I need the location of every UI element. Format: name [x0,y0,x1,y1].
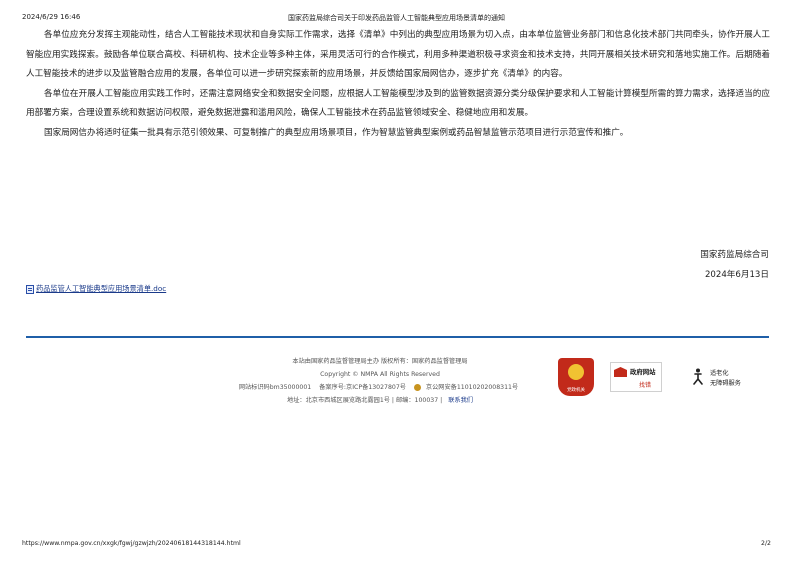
accessibility-icon [693,368,703,385]
police-badge-icon [413,383,421,391]
doc-file-icon [26,284,34,294]
footer-address: 地址：北京市西城区展览路北露园1号 | 邮编：100037 | [287,397,443,404]
print-footer: https://www.nmpa.gov.cn/xxgk/fgwj/gzwjzh… [22,540,771,552]
article-paragraph: 国家局网信办将适时征集一批具有示范引领效果、可复制推广的典型应用场景项目，作为智… [44,127,629,138]
footer-divider [26,336,769,338]
print-header: 2024/6/29 16:46 国家药监局综合司关于印发药品监管人工智能典型应用… [22,13,771,25]
gov-link-subtitle: 找错 [639,382,652,389]
attachment-label: 药品监管人工智能典型应用场景清单.doc [36,284,167,293]
icp-link[interactable]: 备案序号:京ICP备13027807号 [319,384,406,391]
accessibility-title: 适老化 [710,370,729,377]
contact-us-link[interactable]: 联系我们 [448,397,473,404]
police-registration[interactable]: 京公网安备11010202008311号 [413,383,521,391]
attachment-link[interactable]: 药品监管人工智能典型应用场景清单.doc [26,284,166,294]
article-paragraph: 各单位在开展人工智能应用实践工作时，还需注意网络安全和数据安全问题，应根据人工智… [26,88,770,119]
gov-link-title: 政府网站 [630,368,656,376]
badge-label: 党政机关 [567,388,585,393]
signoff-date: 2024年6月13日 [704,270,769,280]
print-page-number: 2/2 [761,540,771,547]
footer-info: 本站由国家药品监督管理局主办 版权所有：国家药品监督管理局 Copyright … [180,355,580,407]
footer-sponsor: 本站由国家药品监督管理局主办 版权所有：国家药品监督管理局 [292,358,468,365]
footer-address-row: 地址：北京市西城区展览路北露园1号 | 邮编：100037 | 联系我们 [180,394,580,407]
print-url: https://www.nmpa.gov.cn/xxgk/fgwj/gzwjzh… [22,540,241,547]
party-government-badge[interactable]: 党政机关 [558,358,594,396]
article-body: 各单位应充分发挥主观能动性，结合人工智能技术现状和自身实际工作需求，选择《清单》… [26,26,770,143]
article-paragraph: 各单位应充分发挥主观能动性，结合人工智能技术现状和自身实际工作需求，选择《清单》… [26,30,770,79]
footer-copyright: Copyright © NMPA All Rights Reserved [320,371,440,378]
signoff-organization: 国家药监局综合司 [700,250,769,260]
emblem-icon [568,364,584,380]
footer-registration: 网站标识码bm35000001 备案序号:京ICP备13027807号 京公网安… [180,381,580,394]
envelope-icon [614,367,627,377]
print-page-title: 国家药监局综合司关于印发药品监管人工智能典型应用场景清单的通知 [288,14,505,22]
gov-site-error-report[interactable]: 政府网站 找错 [610,362,662,392]
accessibility-subtitle: 无障碍服务 [710,380,741,387]
site-id: 网站标识码bm35000001 [238,384,312,391]
